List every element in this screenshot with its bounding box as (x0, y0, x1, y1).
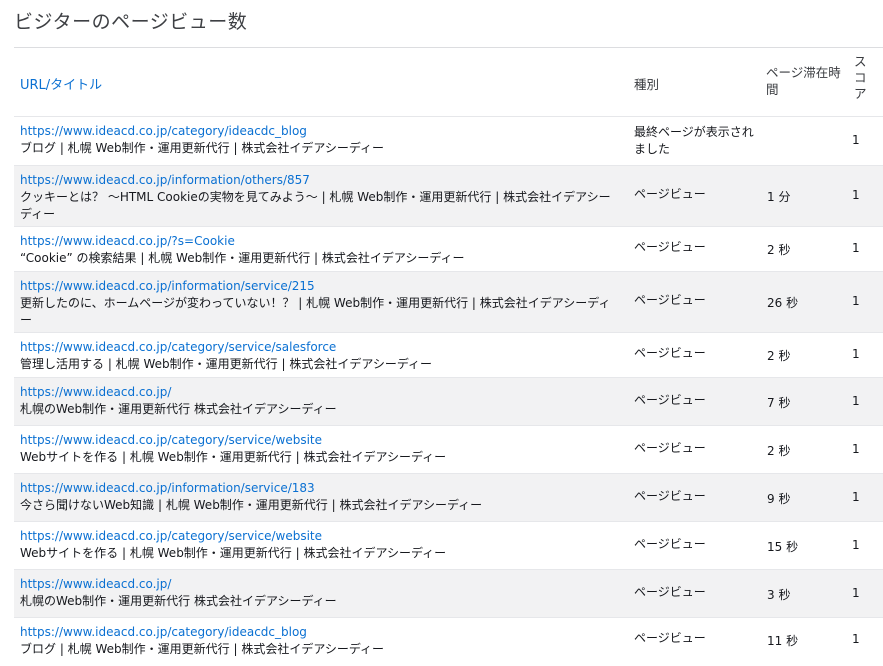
type-cell: ページビュー (634, 441, 706, 455)
type-cell: ページビュー (634, 240, 706, 254)
page-title-text: 更新したのに、ホームページが変わっていない！？ | 札幌 Web制作・運用更新代… (20, 296, 611, 327)
table-row: https://www.ideacd.co.jp/category/ideacd… (14, 116, 883, 165)
page-url-link[interactable]: https://www.ideacd.co.jp/?s=Cookie (20, 234, 235, 248)
score-cell: 1 (852, 538, 860, 552)
type-cell: ページビュー (634, 293, 706, 307)
time-cell: 2 秒 (767, 243, 791, 257)
score-cell: 1 (852, 490, 860, 504)
time-cell: 1 分 (767, 190, 791, 204)
type-cell: ページビュー (634, 585, 706, 599)
score-cell: 1 (852, 394, 860, 408)
page-title-text: Webサイトを作る | 札幌 Web制作・運用更新代行 | 株式会社イデアシーデ… (20, 546, 447, 560)
score-cell: 1 (852, 294, 860, 308)
table-row: https://www.ideacd.co.jp/information/oth… (14, 165, 883, 226)
type-cell: ページビュー (634, 489, 706, 503)
time-cell: 2 秒 (767, 444, 791, 458)
page-title-text: クッキーとは？ 〜HTML Cookieの実物を見てみよう〜 | 札幌 Web制… (20, 190, 611, 221)
page-url-link[interactable]: https://www.ideacd.co.jp/ (20, 577, 171, 591)
time-cell: 15 秒 (767, 540, 799, 554)
page-title-text: ブログ | 札幌 Web制作・運用更新代行 | 株式会社イデアシーディー (20, 642, 385, 656)
table-row: https://www.ideacd.co.jp/category/ideacd… (14, 617, 883, 662)
time-cell: 2 秒 (767, 349, 791, 363)
table-row: https://www.ideacd.co.jp/category/servic… (14, 521, 883, 569)
type-cell: ページビュー (634, 537, 706, 551)
type-cell: ページビュー (634, 187, 706, 201)
page-title-text: ブログ | 札幌 Web制作・運用更新代行 | 株式会社イデアシーディー (20, 141, 385, 155)
header-time: ページ滞在時間 (766, 65, 841, 97)
score-cell: 1 (852, 347, 860, 361)
page-url-link[interactable]: https://www.ideacd.co.jp/category/ideacd… (20, 124, 307, 138)
type-cell: 最終ページが表示されました (634, 125, 754, 156)
page-url-link[interactable]: https://www.ideacd.co.jp/category/servic… (20, 433, 322, 447)
header-score: スコア (854, 54, 867, 101)
pageview-table: URL/タイトル 種別 ページ滞在時間 スコア https://www.idea… (14, 47, 883, 662)
page-url-link[interactable]: https://www.ideacd.co.jp/category/servic… (20, 340, 336, 354)
type-cell: ページビュー (634, 631, 706, 645)
time-cell: 11 秒 (767, 634, 799, 648)
page-url-link[interactable]: https://www.ideacd.co.jp/category/ideacd… (20, 625, 307, 639)
time-cell: 3 秒 (767, 588, 791, 602)
type-cell: ページビュー (634, 393, 706, 407)
type-cell: ページビュー (634, 346, 706, 360)
table-row: https://www.ideacd.co.jp/information/ser… (14, 473, 883, 521)
score-cell: 1 (852, 586, 860, 600)
table-row: https://www.ideacd.co.jp/information/ser… (14, 271, 883, 332)
page-title-text: “Cookie” の検索結果 | 札幌 Web制作・運用更新代行 | 株式会社イ… (20, 251, 465, 265)
page-url-link[interactable]: https://www.ideacd.co.jp/information/ser… (20, 279, 315, 293)
page-title-text: 今さら聞けないWeb知識 | 札幌 Web制作・運用更新代行 | 株式会社イデア… (20, 498, 483, 512)
page-url-link[interactable]: https://www.ideacd.co.jp/category/servic… (20, 529, 322, 543)
table-row: https://www.ideacd.co.jp/category/servic… (14, 332, 883, 377)
header-url-title[interactable]: URL/タイトル (20, 74, 102, 93)
page-title-text: Webサイトを作る | 札幌 Web制作・運用更新代行 | 株式会社イデアシーデ… (20, 450, 447, 464)
table-body: https://www.ideacd.co.jp/category/ideacd… (14, 116, 883, 662)
page-title-text: 札幌のWeb制作・運用更新代行 株式会社イデアシーディー (20, 594, 337, 608)
table-row: https://www.ideacd.co.jp/category/servic… (14, 425, 883, 473)
page-title: ビジターのページビュー数 (14, 11, 248, 33)
table-row: https://www.ideacd.co.jp/札幌のWeb制作・運用更新代行… (14, 377, 883, 425)
score-cell: 1 (852, 442, 860, 456)
score-cell: 1 (852, 632, 860, 646)
table-row: https://www.ideacd.co.jp/札幌のWeb制作・運用更新代行… (14, 569, 883, 617)
page-url-link[interactable]: https://www.ideacd.co.jp/information/oth… (20, 173, 310, 187)
page-url-link[interactable]: https://www.ideacd.co.jp/information/ser… (20, 481, 315, 495)
page-title-text: 札幌のWeb制作・運用更新代行 株式会社イデアシーディー (20, 402, 337, 416)
page-url-link[interactable]: https://www.ideacd.co.jp/ (20, 385, 171, 399)
table-row: https://www.ideacd.co.jp/?s=Cookie “Cooki… (14, 226, 883, 271)
page-title-text: 管理し活用する | 札幌 Web制作・運用更新代行 | 株式会社イデアシーディー (20, 357, 433, 371)
header-type: 種別 (634, 77, 660, 92)
time-cell: 7 秒 (767, 396, 791, 410)
time-cell: 26 秒 (767, 296, 799, 310)
score-cell: 1 (852, 133, 860, 147)
time-cell: 9 秒 (767, 492, 791, 506)
score-cell: 1 (852, 188, 860, 202)
table-header: URL/タイトル 種別 ページ滞在時間 スコア (14, 48, 883, 116)
score-cell: 1 (852, 241, 860, 255)
